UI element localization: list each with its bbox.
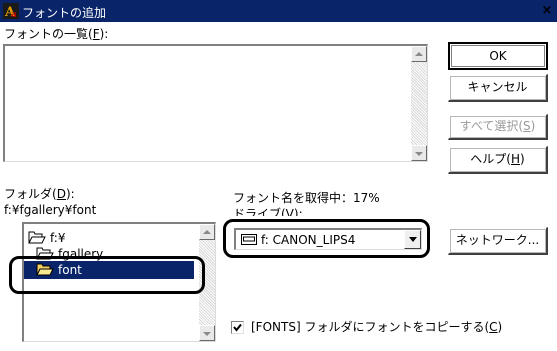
font-app-icon: A a	[3, 3, 19, 19]
select-all-button[interactable]: すべて選択(S)	[448, 114, 548, 140]
network-button[interactable]: ネットワーク...	[448, 227, 548, 255]
title-bar: A a フォントの追加 ×	[0, 0, 557, 22]
help-button[interactable]: ヘルプ(H)	[448, 146, 548, 174]
font-list-scrollbar[interactable]	[411, 46, 427, 161]
cancel-button[interactable]: キャンセル	[448, 74, 548, 102]
add-fonts-dialog: A a フォントの追加 × フォントの一覧(F): OK キャンセル すべて選択…	[0, 0, 557, 351]
folder-label: f:¥	[50, 231, 66, 245]
checkmark-icon	[233, 323, 242, 332]
folders-label: フォルダ(D):	[4, 187, 75, 201]
font-list-label: フォントの一覧(F):	[4, 27, 109, 41]
progress-status-text: フォント名を取得中：17%	[233, 191, 380, 205]
copy-to-fonts-label[interactable]: [FONTS] フォルダにフォントをコピーする(C)	[251, 320, 502, 334]
close-button[interactable]: ×	[538, 1, 556, 20]
arrow-up-icon	[203, 230, 211, 234]
scroll-down-button[interactable]	[411, 145, 427, 161]
close-icon: ×	[541, 3, 553, 18]
arrow-up-icon	[415, 52, 423, 56]
scroll-up-button[interactable]	[199, 224, 215, 240]
window-title: フォントの追加	[22, 6, 107, 20]
ok-button[interactable]: OK	[448, 42, 548, 70]
font-list[interactable]	[3, 44, 428, 162]
svg-text:a: a	[11, 10, 17, 19]
scroll-up-button[interactable]	[411, 46, 427, 62]
copy-to-fonts-checkbox[interactable]	[231, 321, 244, 334]
callout-highlight-font-folder	[9, 256, 205, 294]
drives-label: ドライブ(V):	[233, 207, 303, 216]
scroll-down-button[interactable]	[199, 325, 215, 341]
current-folder-path: f:¥fgallery¥font	[4, 203, 97, 217]
folder-open-icon	[28, 231, 46, 244]
arrow-down-icon	[415, 152, 423, 156]
callout-highlight-drive	[223, 219, 430, 258]
arrow-down-icon	[203, 332, 211, 336]
